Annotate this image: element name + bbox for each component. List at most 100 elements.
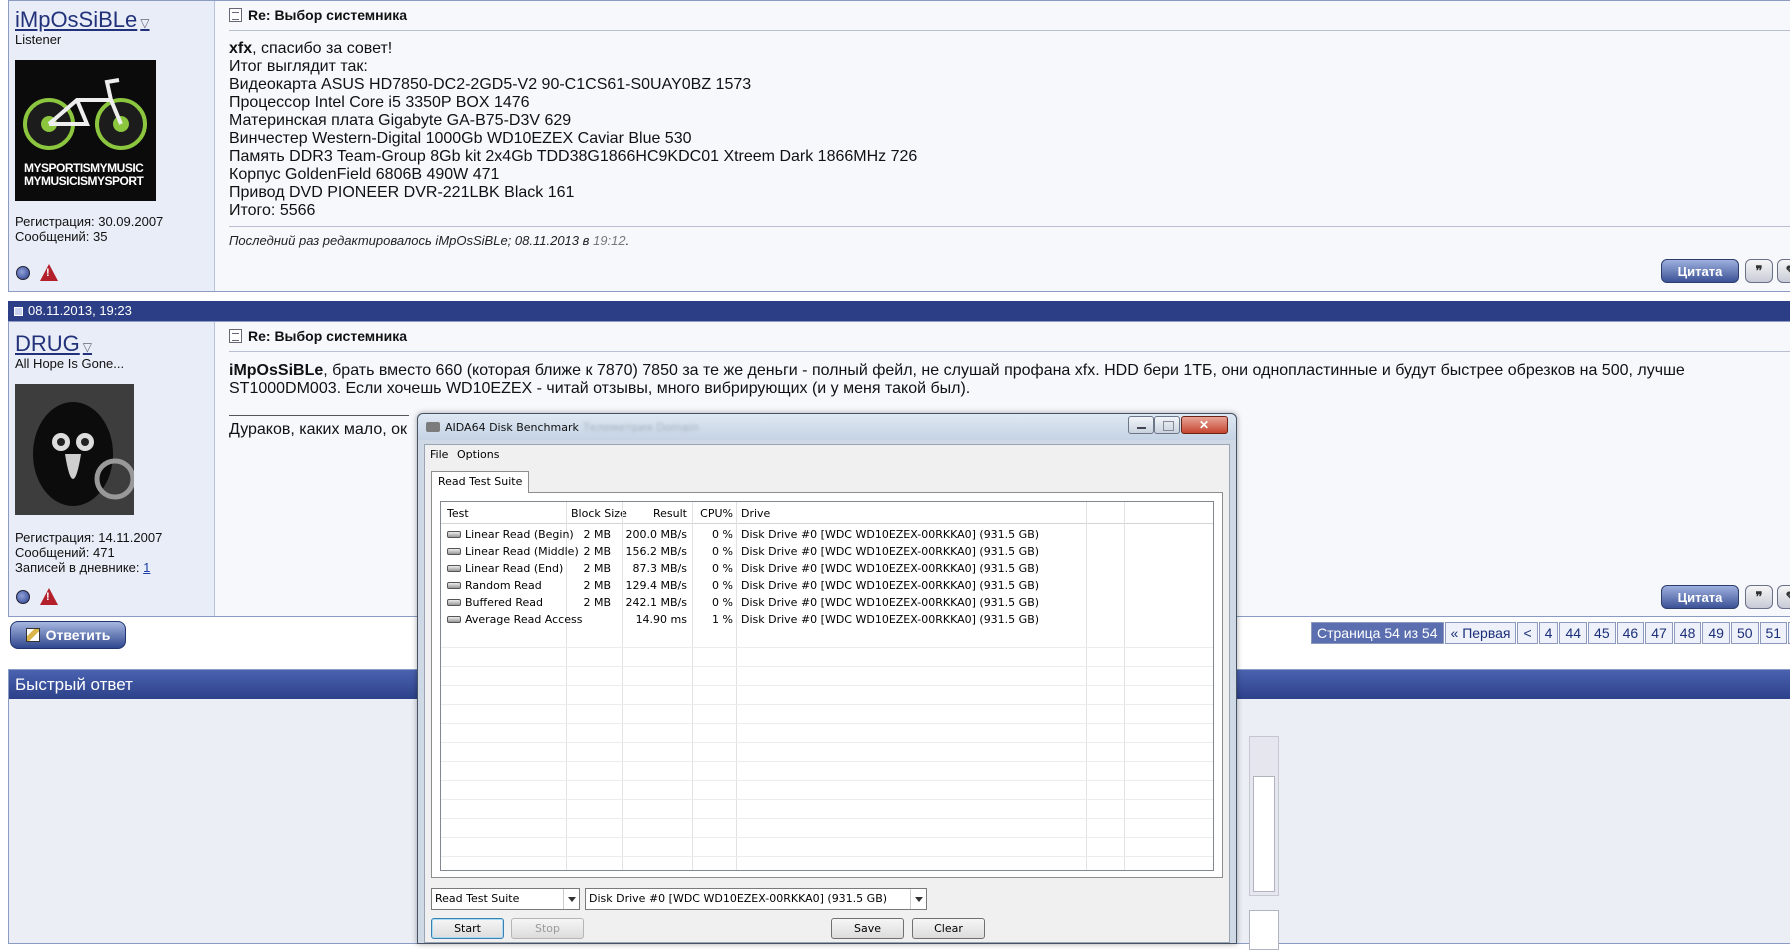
- drive-select[interactable]: Disk Drive #0 [WDC WD10EZEX-00RKKA0] (93…: [585, 888, 927, 910]
- page-link[interactable]: 45: [1588, 622, 1616, 644]
- signature-divider: [229, 415, 409, 416]
- user-menu-icon[interactable]: ▽: [140, 16, 149, 30]
- diary-label: Записей в дневнике:: [15, 560, 144, 575]
- save-button[interactable]: Save: [831, 918, 904, 939]
- cell-drive: Disk Drive #0 [WDC WD10EZEX-00RKKA0] (93…: [741, 528, 1040, 541]
- reply-text: , брать вместо 660 (которая ближе к 7870…: [323, 362, 1685, 379]
- username-text[interactable]: iMpOsSiBLe: [15, 7, 137, 32]
- col-test[interactable]: Test: [447, 507, 469, 520]
- reg-date: Регистрация: 14.11.2007: [15, 530, 163, 545]
- cell-block: 2 MB: [583, 579, 611, 592]
- menu-bar: File Options: [425, 445, 1229, 463]
- page-link[interactable]: 50: [1730, 622, 1759, 644]
- minimize-button[interactable]: [1128, 416, 1154, 434]
- aida-window: AIDA64 Disk Benchmark Телеметрия Domain …: [417, 413, 1237, 944]
- start-button[interactable]: Start: [431, 918, 504, 939]
- stop-button[interactable]: Stop: [511, 918, 584, 939]
- mention-name: xfx: [229, 40, 253, 57]
- hard-drive-icon: [447, 616, 461, 623]
- page-link[interactable]: 46: [1616, 622, 1645, 644]
- user-info: Регистрация: 30.09.2007 Сообщений: 35: [15, 214, 163, 244]
- grid-line: [441, 799, 1213, 800]
- table-row[interactable]: Average Read Access 14.90 ms 1 % Disk Dr…: [441, 610, 1213, 629]
- grid-line: [441, 647, 1213, 648]
- aida-body: File Options Read Test Suite Test Block …: [424, 444, 1230, 943]
- table-header: Test Block Size Result CPU% Drive: [441, 502, 1213, 524]
- cell-test: Random Read: [465, 579, 542, 592]
- hard-drive-icon: [447, 565, 461, 572]
- test-suite-select[interactable]: Read Test Suite: [431, 888, 580, 910]
- report-icon[interactable]: [40, 264, 58, 281]
- edit-note: Последний раз редактировалось iMpOsSiBLe…: [229, 233, 629, 248]
- editor-textarea[interactable]: [1253, 776, 1275, 892]
- maximize-button[interactable]: [1154, 416, 1180, 434]
- plague-mask-image: [15, 384, 134, 515]
- cell-test: Average Read Access: [465, 613, 583, 626]
- menu-file[interactable]: File: [430, 448, 448, 461]
- avatar: MYSPORTISMYMUSIC MYMUSICISMYSPORT: [15, 60, 156, 201]
- diary-link[interactable]: 1: [143, 560, 150, 575]
- reply-button[interactable]: Ответить: [10, 621, 126, 649]
- intro-line: Итог выглядит так:: [229, 58, 368, 75]
- avatar-slogan: MYSPORTISMYMUSIC MYMUSICISMYSPORT: [24, 161, 144, 188]
- quote-button[interactable]: Цитата: [1661, 585, 1739, 609]
- page-first[interactable]: « Первая: [1444, 622, 1517, 644]
- post-title: Re: Выбор системника: [229, 7, 407, 23]
- cell-cpu: 0 %: [712, 579, 733, 592]
- title-divider: [229, 30, 1790, 31]
- edit-time: 19:12: [593, 233, 626, 248]
- clear-button[interactable]: Clear: [912, 918, 985, 939]
- report-icon[interactable]: [40, 588, 58, 605]
- hard-drive-icon: [447, 582, 461, 589]
- post-1: iMpOsSiBLe ▽ Listener MYSPORTISMYMUSIC MY…: [8, 0, 1790, 292]
- hard-drive-icon: [447, 548, 461, 555]
- drive-value: Disk Drive #0 [WDC WD10EZEX-00RKKA0] (93…: [589, 892, 888, 905]
- page-link[interactable]: 51: [1759, 622, 1788, 644]
- cell-test: Linear Read (End): [465, 562, 564, 575]
- component-line: Материнская плата Gigabyte GA-B75-D3V 62…: [229, 112, 572, 129]
- col-result[interactable]: Result: [621, 507, 687, 520]
- multiquote-button[interactable]: ❞: [1745, 585, 1773, 609]
- multiquote-button[interactable]: ❞: [1745, 259, 1773, 283]
- cell-cpu: 1 %: [712, 613, 733, 626]
- page-link[interactable]: 44: [1559, 622, 1588, 644]
- post-date-bar: 08.11.2013, 19:23: [8, 301, 1790, 321]
- quick-quote-button[interactable]: ✎: [1777, 259, 1790, 283]
- col-drive[interactable]: Drive: [741, 507, 770, 520]
- cell-block: 2 MB: [583, 528, 611, 541]
- page-link[interactable]: 49: [1702, 622, 1730, 644]
- disk-app-icon: [426, 422, 440, 432]
- menu-options[interactable]: Options: [457, 448, 499, 461]
- page-link[interactable]: 4: [1538, 622, 1559, 644]
- cell-cpu: 0 %: [712, 562, 733, 575]
- username-link[interactable]: DRUG ▽: [15, 331, 92, 357]
- page-info: Страница 54 из 54: [1311, 622, 1444, 644]
- col-block-size[interactable]: Block Size: [571, 507, 627, 520]
- tab-read-test-suite[interactable]: Read Test Suite: [431, 471, 530, 493]
- quick-quote-button[interactable]: ✎: [1777, 585, 1790, 609]
- pagination: Страница 54 из 54 « Первая < 4 44 45 46 …: [1311, 622, 1790, 644]
- username-link[interactable]: iMpOsSiBLe ▽: [15, 7, 150, 33]
- post-title: Re: Выбор системника: [229, 328, 407, 344]
- greeting-line: xfx, спасибо за совет!: [229, 40, 917, 58]
- quote-label: Цитата: [1677, 263, 1723, 279]
- page-prev[interactable]: <: [1517, 622, 1538, 644]
- reply-line-2: ST1000DM003. Если хочешь WD10EZEX - чита…: [229, 380, 971, 397]
- user-menu-icon[interactable]: ▽: [83, 340, 92, 354]
- quote-button[interactable]: Цитата: [1661, 259, 1739, 283]
- cell-cpu: 0 %: [712, 545, 733, 558]
- username-text[interactable]: DRUG: [15, 331, 80, 356]
- aida-titlebar[interactable]: AIDA64 Disk Benchmark Телеметрия Domain: [418, 414, 1236, 440]
- page-link[interactable]: 48: [1673, 622, 1702, 644]
- component-line: Привод DVD PIONEER DVR-221LBK Black 161: [229, 184, 575, 201]
- close-button[interactable]: [1181, 416, 1228, 434]
- quote-label: Цитата: [1677, 589, 1723, 605]
- avatar: [15, 384, 134, 515]
- page-link[interactable]: 47: [1645, 622, 1673, 644]
- cell-drive: Disk Drive #0 [WDC WD10EZEX-00RKKA0] (93…: [741, 562, 1040, 575]
- user-title: All Hope Is Gone...: [15, 356, 125, 371]
- greeting-text: , спасибо за совет!: [252, 40, 393, 57]
- edit-note-end: .: [625, 233, 630, 248]
- reg-date: Регистрация: 30.09.2007: [15, 214, 164, 229]
- col-cpu[interactable]: CPU%: [693, 507, 733, 520]
